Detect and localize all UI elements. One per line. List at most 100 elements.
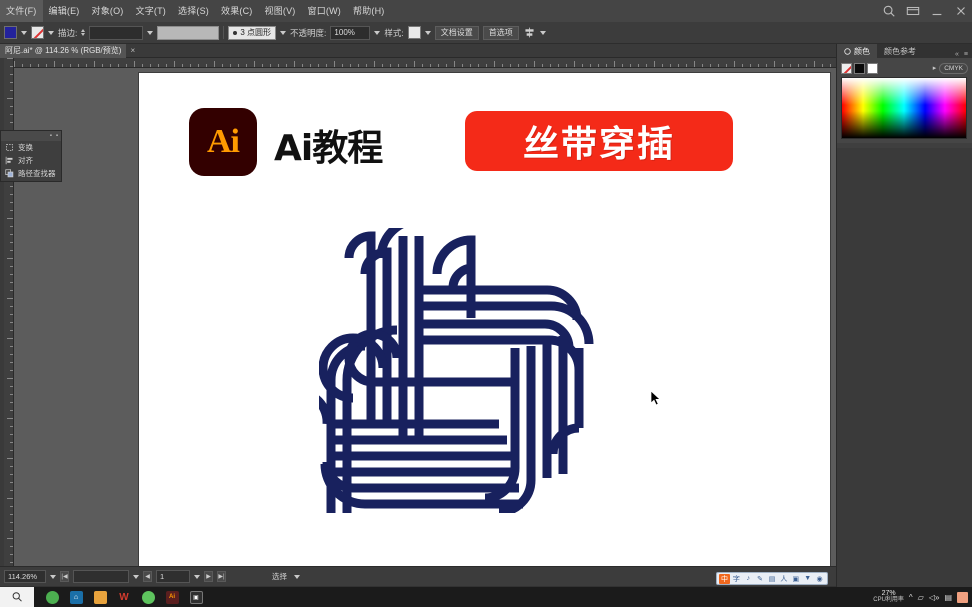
funnel-icon[interactable]: ▼ [802,574,813,584]
zoom-level-input[interactable]: 114.26% [4,570,46,583]
tray-volume-icon[interactable]: ◁» [929,593,940,602]
document-tab[interactable]: 阿尼.ai* @ 114.26 % (RGB/预览) [0,43,127,58]
keyboard-icon[interactable]: ▤ [767,574,778,584]
ruler-tick [10,386,13,387]
align-chevron-icon[interactable] [539,30,546,35]
stroke-color-swatch[interactable] [31,26,44,39]
ruler-tick [742,64,743,67]
tray-expand-icon[interactable]: ^ [909,593,913,602]
woven-ribbon-artwork[interactable] [319,228,599,513]
tray-network-icon[interactable]: ▤ [944,593,952,602]
menu-select[interactable]: 选择(S) [172,0,215,22]
menu-effect[interactable]: 效果(C) [215,0,259,22]
dock-menu-icon[interactable]: ≡ [964,51,968,58]
floating-panel[interactable]: ▪ ▪ 变换 对齐 路径查找器 [0,130,62,182]
panel-icon[interactable]: ▣ [790,574,801,584]
chinese-icon[interactable]: 字 [731,574,742,584]
artboard-first-button[interactable]: |◀ [60,571,69,582]
minimize-icon[interactable] [930,4,944,18]
color-spectrum-ramp[interactable] [841,77,967,139]
tool-chevron-icon[interactable] [294,574,300,579]
search-icon[interactable] [882,4,896,18]
stroke-dropdown-chevron-icon[interactable] [48,30,54,35]
stroke-style-select[interactable]: 3 点圆形 [228,25,277,40]
floating-panel-header[interactable]: ▪ ▪ [1,131,61,141]
opacity-label: 不透明度: [290,27,327,38]
ime-mode-icon[interactable]: 中 [719,573,730,584]
menu-file[interactable]: 文件(F) [0,0,43,22]
graphic-style-swatch[interactable] [407,26,421,39]
taskbar-search-button[interactable] [0,587,34,607]
stroke-weight-chevron-icon[interactable] [147,30,154,35]
swatch-black[interactable] [854,62,865,74]
opacity-input[interactable]: 100% [330,25,371,40]
swatch-none[interactable] [841,62,852,74]
illustrator-logo-text: Ai [207,123,240,160]
stroke-profile-select[interactable] [157,25,220,40]
canvas-area[interactable]: Ai Ai教程 丝带穿插 [14,68,836,566]
style-chevron-icon[interactable] [424,30,431,35]
dock-collapse-icon[interactable]: « [955,51,959,58]
align-icon[interactable] [523,26,536,39]
ruler-tick [782,64,783,67]
artboard[interactable]: Ai Ai教程 丝带穿插 [139,73,830,566]
settings-icon[interactable]: ◉ [814,574,825,584]
fill-dropdown-chevron-icon[interactable] [21,30,27,35]
ime-toolbar[interactable]: 中 字 ♪ ✎ ▤ 人 ▣ ▼ ◉ [716,572,828,585]
cpu-usage-indicator[interactable]: 27% CPU利用率 [873,590,904,604]
menu-object[interactable]: 对象(O) [86,0,130,22]
panel-collapse-icon[interactable]: ▪ [50,133,52,139]
menu-type[interactable]: 文字(T) [130,0,173,22]
taskbar-illustrator-icon[interactable]: Ai [160,587,184,607]
document-setup-button[interactable]: 文档设置 [434,25,479,40]
panel-item-align[interactable]: 对齐 [1,154,61,167]
fill-color-swatch[interactable] [4,26,17,39]
current-tool-label[interactable]: 选择 [272,571,287,582]
horizontal-ruler[interactable] [14,58,836,68]
workspace-icon[interactable] [906,4,920,18]
menu-edit[interactable]: 编辑(E) [43,0,86,22]
tray-app-icon[interactable] [957,591,968,603]
ruler-tick [7,458,13,459]
ruler-tick [10,314,13,315]
menu-view[interactable]: 视图(V) [259,0,302,22]
menu-window[interactable]: 窗口(W) [302,0,348,22]
color-mode-label[interactable]: CMYK [939,62,968,74]
panel-close-icon[interactable]: ▪ [56,133,58,139]
ruler-tick [10,74,13,75]
tray-shield-icon[interactable]: ▱ [918,593,924,602]
artboard-chevron-icon[interactable] [133,574,139,579]
stroke-style-chevron-icon[interactable] [280,30,287,35]
tab-color-guide[interactable]: 颜色参考 [877,44,923,58]
menu-help[interactable]: 帮助(H) [347,0,391,22]
zoom-chevron-icon[interactable] [50,574,56,579]
handwriting-icon[interactable]: ✎ [755,574,766,584]
ruler-tick [798,64,799,67]
panel-item-transform[interactable]: 变换 [1,141,61,154]
stepper-down-icon[interactable] [81,33,86,36]
taskbar-camera-icon[interactable]: ▣ [184,587,208,607]
opacity-chevron-icon[interactable] [374,30,381,35]
tone-icon[interactable]: ♪ [743,574,754,584]
swatch-white[interactable] [867,62,878,74]
taskbar-wps-icon[interactable]: W [112,587,136,607]
stroke-weight-input[interactable] [89,25,144,40]
person-icon[interactable]: 人 [778,574,789,584]
stroke-weight-stepper[interactable] [81,29,86,36]
artboard-number-input[interactable]: 1 [156,570,190,583]
panel-item-pathfinder[interactable]: 路径查找器 [1,167,61,180]
taskbar-browser-icon[interactable] [40,587,64,607]
artboard-prev-button[interactable]: ◀ [143,571,152,582]
tab-color[interactable]: 颜色 [837,44,877,58]
artboard-name-field[interactable] [73,570,129,583]
artboard-next-button[interactable]: ▶ [204,571,213,582]
document-tab-close-icon[interactable]: × [130,46,135,55]
stepper-up-icon[interactable] [81,29,86,32]
close-icon[interactable] [954,4,968,18]
preferences-button[interactable]: 首选项 [482,25,519,40]
taskbar-app-blue-icon[interactable]: ⌂ [64,587,88,607]
artboard-number-chevron-icon[interactable] [194,574,200,579]
taskbar-wechat-icon[interactable] [136,587,160,607]
artboard-last-button[interactable]: ▶| [217,571,226,582]
taskbar-file-explorer-icon[interactable] [88,587,112,607]
